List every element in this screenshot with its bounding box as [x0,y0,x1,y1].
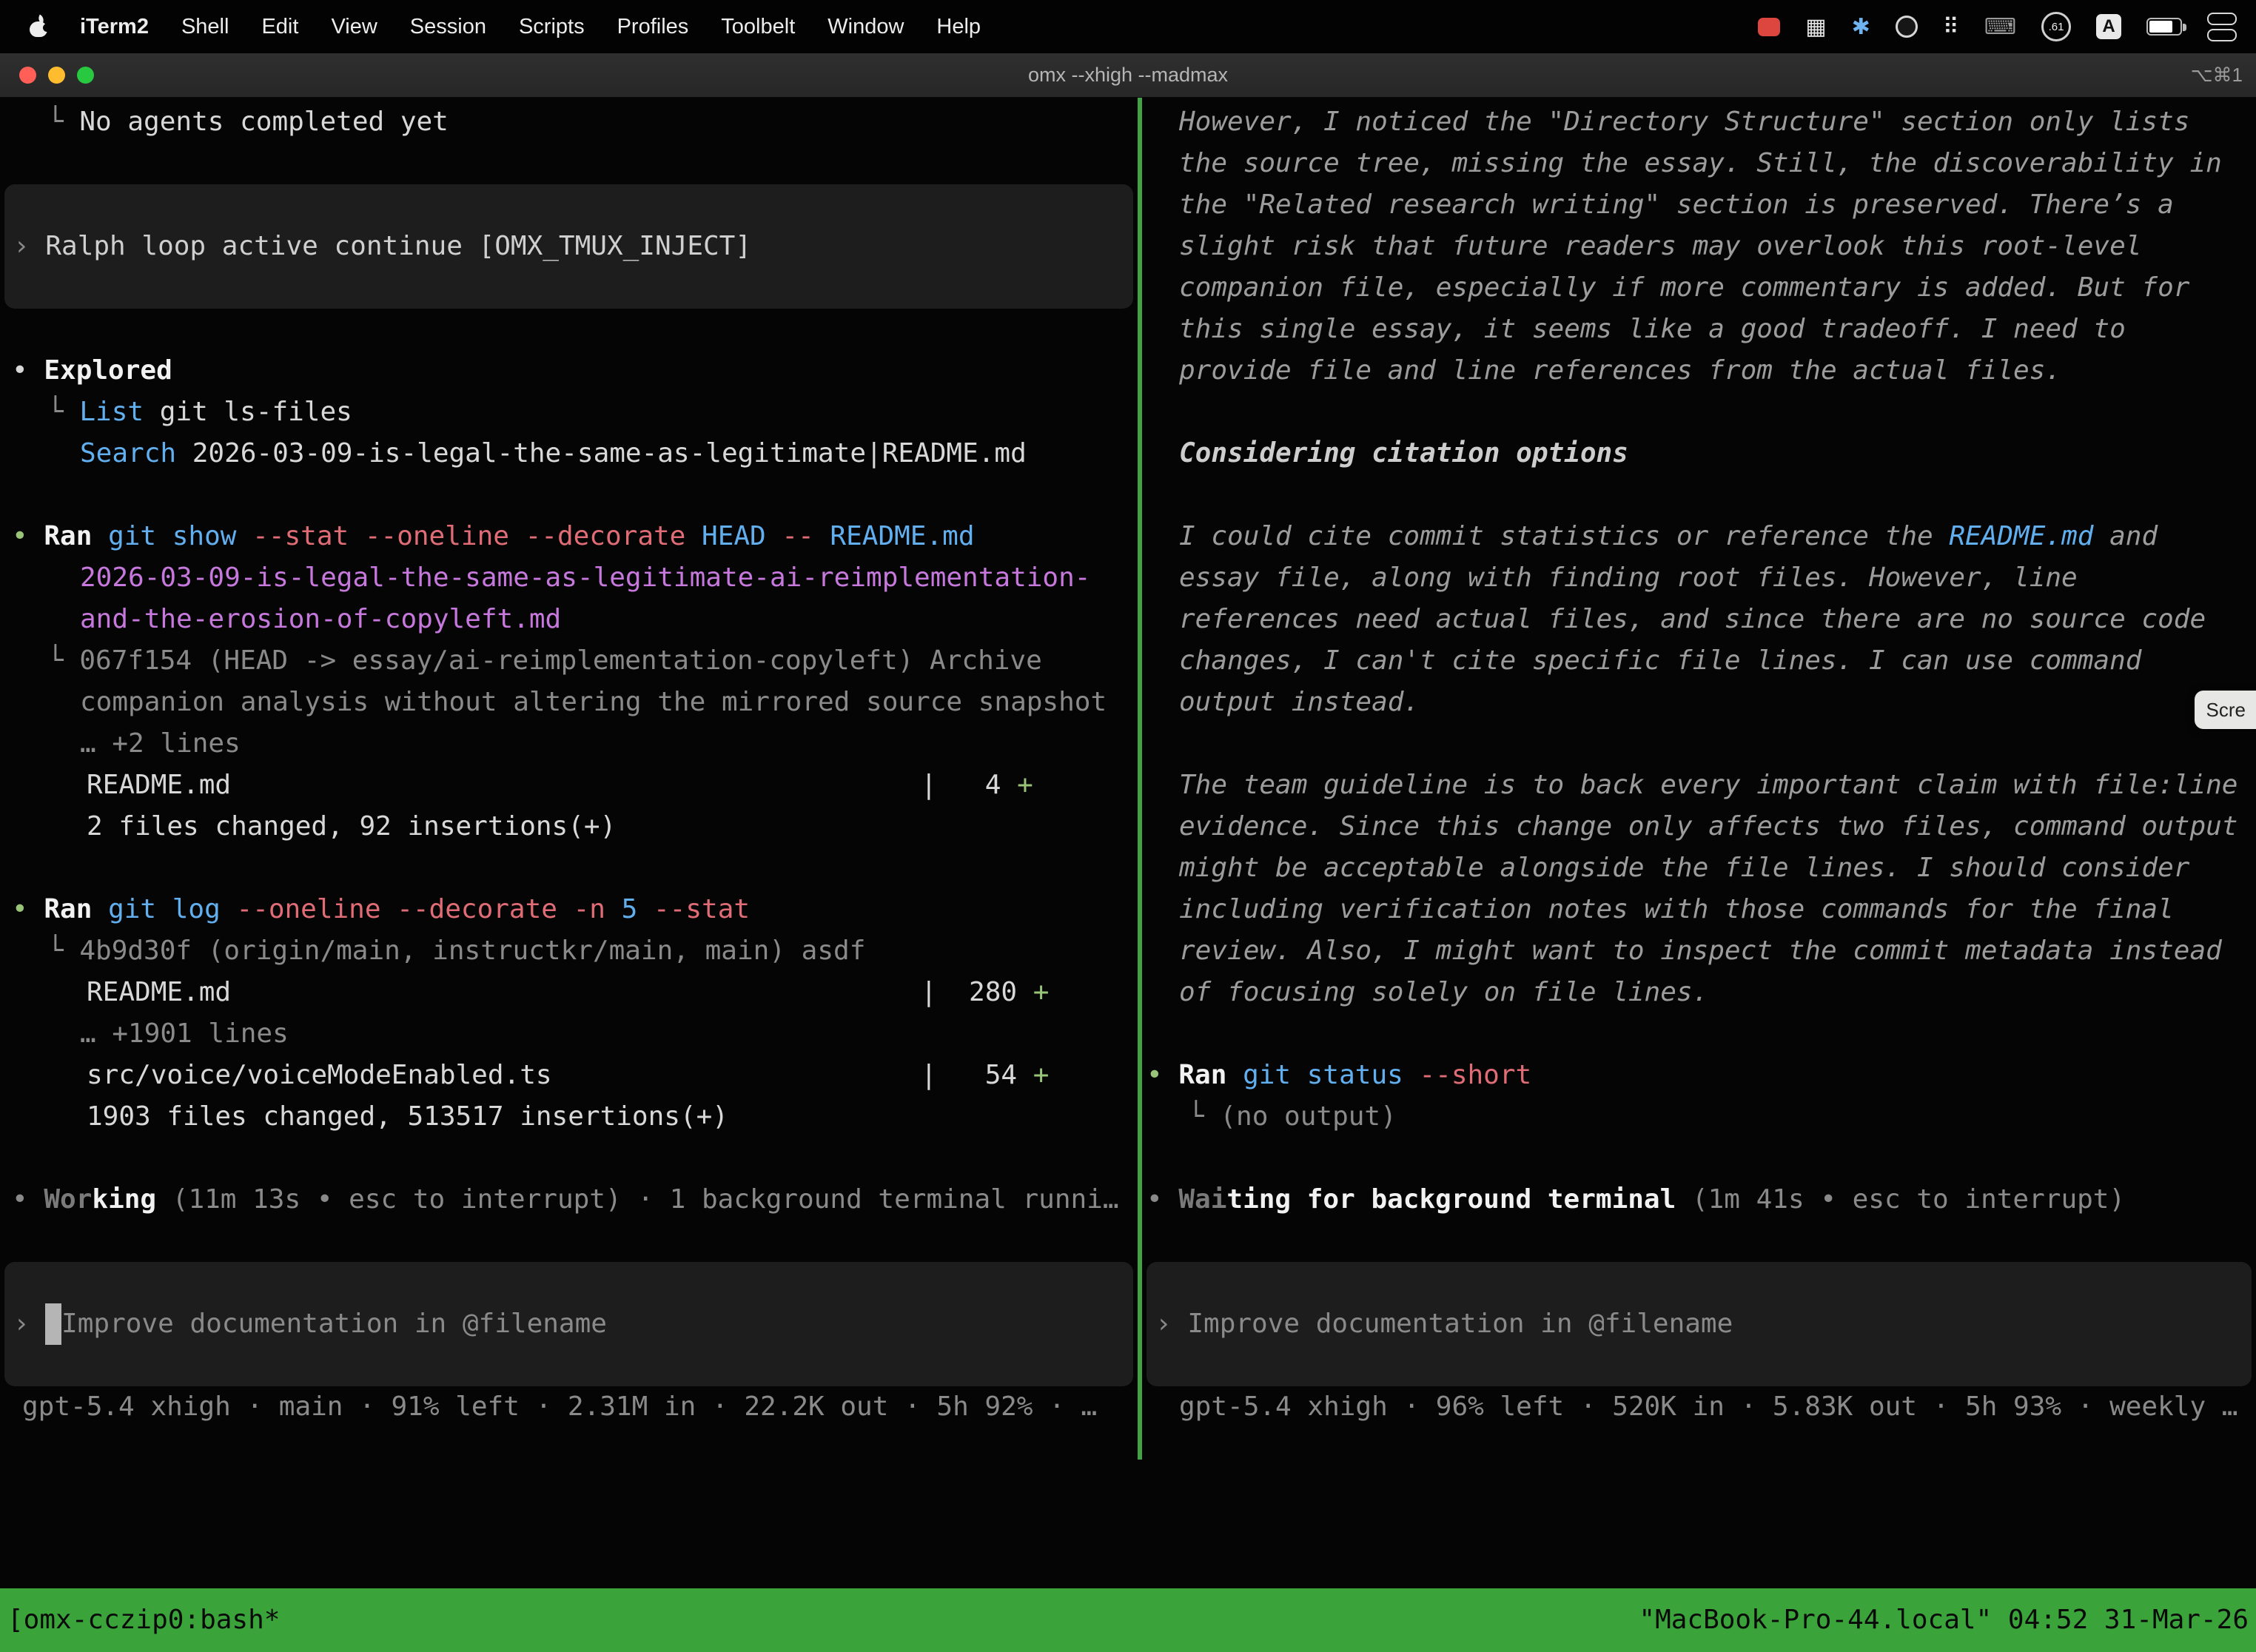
commit-message-line: companion analysis without altering the … [0,682,1138,723]
zoom-window-button[interactable] [77,67,94,84]
thinking-line: companion file, especially if more comme… [1142,267,2256,309]
menu-item-help[interactable]: Help [936,15,981,39]
thinking-line: the "Related research writing" section i… [1142,184,2256,226]
thinking-line: evidence. Since this change only affects… [1142,806,2256,847]
essay-filename-line: 2026-03-09-is-legal-the-same-as-legitima… [0,557,1138,599]
waiting-status-line: • Waiting for background terminal (1m 41… [1142,1179,2256,1220]
blank-row [0,847,1138,889]
thinking-line: including verification notes with those … [1142,889,2256,930]
right-terminal-pane: However, I noticed the "Directory Struct… [1142,98,2256,1474]
thinking-line: essay file, along with finding root file… [1142,557,2256,599]
window-title-bar: omx --xhigh --madmax ⌥⌘1 [0,53,2256,98]
apple-menu-icon[interactable] [30,16,47,37]
blank-row [1142,474,2256,516]
thinking-line: provide file and line references from th… [1142,350,2256,392]
prompt-input-box[interactable]: › Improve documentation in @filename [4,1262,1133,1386]
ran-git-status-header: • Ran git status --short [1142,1055,2256,1096]
model-status-line: gpt-5.4 xhigh · 96% left · 520K in · 5.8… [1142,1386,2256,1428]
blank-row [1142,1138,2256,1179]
omx-status-line: [OMX#0.11.9] cczip/essay/ai-reimplementa… [0,1470,2256,1511]
menu-item-toolbelt[interactable]: Toolbelt [721,15,795,39]
prompt-input-box[interactable]: › Improve documentation in @filename [1147,1262,2252,1386]
blank-row [0,309,1138,350]
minimize-window-button[interactable] [48,67,65,84]
commit-message-line: └ 067f154 (HEAD -> essay/ai-reimplementa… [0,640,1138,682]
tmux-host-clock: "MacBook-Pro-44.local" 04:52 31-Mar-26 [1639,1599,2249,1641]
window-shortcut-label: ⌥⌘1 [2191,64,2243,87]
model-status-line: gpt-5.4 xhigh · main · 91% left · 2.31M … [0,1386,1138,1428]
keyboard-icon[interactable]: ⌨ [1984,14,2016,40]
blank-row [0,1138,1138,1179]
menu-item-shell[interactable]: Shell [181,15,229,39]
diffstat-line: README.md | 4 + [0,765,1138,806]
battery-percentage-icon[interactable]: .61 [2041,12,2071,41]
thinking-line: I could cite commit statistics or refere… [1142,516,2256,557]
ran-git-show-header: • Ran git show --stat --oneline --decora… [0,516,1138,557]
dark-circle-app-icon[interactable] [1896,16,1918,38]
tool-call-list: └ List git ls-files [0,392,1138,433]
readme-link: README.md [1949,521,2093,551]
screen-recording-icon[interactable] [1758,18,1780,36]
screen-notification[interactable]: Scre [2195,691,2256,729]
menu-item-edit[interactable]: Edit [261,15,298,39]
thinking-heading: Considering citation options [1142,433,2256,474]
dots-grid-icon[interactable]: ⠿ [1943,14,1959,40]
left-terminal-pane: └ No agents completed yet › Ralph loop a… [0,98,1138,1474]
close-window-button[interactable] [19,67,36,84]
injected-message-box[interactable]: › Ralph loop active continue [OMX_TMUX_I… [4,184,1133,309]
thinking-line: the source tree, missing the essay. Stil… [1142,143,2256,184]
blank-row [1142,392,2256,433]
macos-menu-bar: iTerm2 Shell Edit View Session Scripts P… [0,0,2256,53]
log-commit-line: └ 4b9d30f (origin/main, instructkr/main,… [0,930,1138,972]
asterisk-app-icon[interactable]: ✱ [1852,14,1870,40]
no-output-line: └ (no output) [1142,1096,2256,1138]
more-lines-indicator: … +1901 lines [0,1013,1138,1055]
menu-item-window[interactable]: Window [827,15,904,39]
thinking-line: However, I noticed the "Directory Struct… [1142,101,2256,143]
input-source-icon[interactable]: A [2096,14,2121,39]
working-status-line: • Working (11m 13s • esc to interrupt) ·… [0,1179,1138,1220]
tmux-session-window: [omx-cczip0:bash* [7,1599,280,1641]
menu-item-session[interactable]: Session [410,15,486,39]
battery-icon[interactable] [2146,18,2182,36]
more-lines-indicator: … +2 lines [0,723,1138,765]
thinking-line: this single essay, it seems like a good … [1142,309,2256,350]
menu-item-profiles[interactable]: Profiles [617,15,689,39]
blank-row [1142,1220,2256,1262]
tool-call-search: Search 2026-03-09-is-legal-the-same-as-l… [0,433,1138,474]
grid-icon[interactable]: ▦ [1805,14,1826,40]
ran-git-log-header: • Ran git log --oneline --decorate -n 5 … [0,889,1138,930]
blank-row [0,143,1138,184]
window-title: omx --xhigh --madmax [1028,64,1228,87]
diffstat-line: src/voice/voiceModeEnabled.ts | 54 + [0,1055,1138,1096]
text-cursor [45,1303,61,1345]
traffic-lights [19,67,94,84]
diffstat-summary: 2 files changed, 92 insertions(+) [0,806,1138,847]
diffstat-summary: 1903 files changed, 513517 insertions(+) [0,1096,1138,1138]
tmux-status-bar: [omx-cczip0:bash* "MacBook-Pro-44.local"… [0,1588,2256,1652]
thinking-line: might be acceptable alongside the file l… [1142,847,2256,889]
menu-item-scripts[interactable]: Scripts [519,15,585,39]
menu-item-view[interactable]: View [331,15,377,39]
thinking-line: slight risk that future readers may over… [1142,226,2256,267]
terminal-content: └ No agents completed yet › Ralph loop a… [0,98,2256,1652]
diffstat-line: README.md | 280 + [0,972,1138,1013]
thinking-line: review. Also, I might want to inspect th… [1142,930,2256,972]
blank-row [0,474,1138,516]
thinking-line: changes, I can't cite specific file line… [1142,640,2256,682]
menu-item-iterm2[interactable]: iTerm2 [80,15,149,39]
thinking-line: The team guideline is to back every impo… [1142,765,2256,806]
blank-row [1142,1013,2256,1055]
thinking-line: references need actual files, and since … [1142,599,2256,640]
thinking-line: output instead. [1142,682,2256,723]
essay-filename-line: and-the-erosion-of-copyleft.md [0,599,1138,640]
agents-status-line: └ No agents completed yet [0,101,1138,143]
thinking-line: of focusing solely on file lines. [1142,972,2256,1013]
control-center-icon[interactable] [2207,13,2237,41]
blank-row [1142,723,2256,765]
explored-header: • Explored [0,350,1138,392]
blank-row [0,1220,1138,1262]
